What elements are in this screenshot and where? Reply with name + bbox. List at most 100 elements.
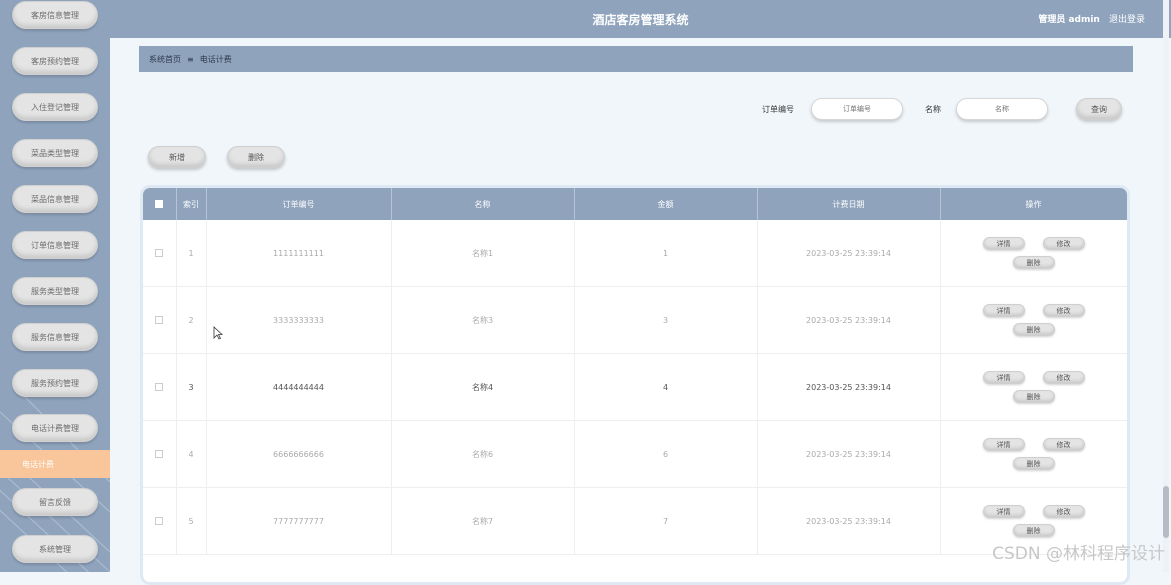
cell-amount: 1	[574, 220, 758, 287]
breadcrumb-home[interactable]: 系统首页	[149, 54, 181, 65]
detail-button[interactable]: 详情	[982, 505, 1025, 518]
sidebar-item-room-info[interactable]: 客房信息管理	[12, 1, 98, 29]
header-select-all[interactable]	[143, 188, 177, 220]
sidebar-item-phone-billing[interactable]: 电话计费管理	[12, 414, 98, 442]
name-input[interactable]	[956, 98, 1048, 120]
cell-order-no: 4444444444	[206, 353, 392, 421]
cell-actions: 详情 修改 删除	[940, 420, 1127, 488]
mouse-cursor-icon	[213, 326, 223, 340]
table-row: 3 4444444444 名称4 4 2023-03-25 23:39:14 详…	[143, 353, 1127, 421]
row-checkbox-cell[interactable]	[143, 220, 177, 287]
sidebar-item-checkin[interactable]: 入住登记管理	[12, 93, 98, 121]
row-delete-button[interactable]: 删除	[1012, 457, 1055, 470]
cell-order-no: 7777777777	[206, 487, 392, 555]
row-checkbox-cell[interactable]	[143, 420, 177, 488]
breadcrumb-current: 电话计费	[199, 54, 232, 64]
order-no-label: 订单编号	[762, 105, 794, 114]
page-scrollbar[interactable]	[1163, 0, 1169, 572]
cell-name: 名称6	[391, 420, 575, 488]
breadcrumb-separator-icon: ≡	[187, 54, 194, 64]
add-button[interactable]: 新增	[148, 146, 206, 168]
table-header-row: 索引 订单编号 名称 金额 计费日期 操作	[143, 188, 1127, 220]
cell-amount: 4	[574, 353, 758, 421]
edit-button[interactable]: 修改	[1042, 438, 1085, 451]
row-checkbox-cell[interactable]	[143, 353, 177, 421]
cell-index: 2	[176, 286, 207, 354]
cell-actions: 详情 修改 删除	[940, 220, 1127, 287]
header-order-no[interactable]: 订单编号	[206, 188, 392, 220]
cell-index: 4	[176, 420, 207, 488]
user-area: 管理员 admin 退出登录	[1038, 12, 1145, 25]
header-amount[interactable]: 金额	[574, 188, 758, 220]
table-row: 5 7777777777 名称7 7 2023-03-25 23:39:14 详…	[143, 487, 1127, 555]
logout-link[interactable]: 退出登录	[1109, 15, 1145, 25]
cell-date: 2023-03-25 23:39:14	[757, 487, 941, 555]
row-checkbox[interactable]	[155, 517, 164, 525]
cell-order-no: 1111111111	[206, 220, 392, 287]
watermark: CSDN @林科程序设计	[992, 544, 1165, 564]
user-name: 管理员 admin	[1038, 15, 1100, 25]
sidebar-item-dish-type[interactable]: 菜品类型管理	[12, 139, 98, 167]
detail-button[interactable]: 详情	[982, 438, 1025, 451]
row-checkbox-cell[interactable]	[143, 286, 177, 354]
header-index: 索引	[176, 188, 207, 220]
edit-button[interactable]: 修改	[1042, 505, 1085, 518]
sidebar-item-service-type[interactable]: 服务类型管理	[12, 277, 98, 305]
sidebar-item-feedback[interactable]: 留言反馈	[12, 488, 98, 516]
cell-index: 3	[176, 353, 207, 421]
edit-button[interactable]: 修改	[1042, 304, 1085, 317]
cell-index: 5	[176, 487, 207, 555]
sidebar-item-service-booking[interactable]: 服务预约管理	[12, 369, 98, 397]
cell-name: 名称4	[391, 353, 575, 421]
order-no-input[interactable]	[811, 98, 903, 120]
name-label: 名称	[925, 105, 941, 114]
cell-order-no: 6666666666	[206, 420, 392, 488]
sidebar-item-system[interactable]: 系统管理	[12, 535, 98, 563]
query-button[interactable]: 查询	[1076, 98, 1122, 120]
data-table-container: 索引 订单编号 名称 金额 计费日期 操作 1 1111111111 名称1 1…	[140, 185, 1130, 585]
row-checkbox-cell[interactable]	[143, 487, 177, 555]
cell-date: 2023-03-25 23:39:14	[757, 353, 941, 421]
edit-button[interactable]: 修改	[1042, 237, 1085, 250]
cell-date: 2023-03-25 23:39:14	[757, 420, 941, 488]
scrollbar-thumb[interactable]	[1163, 486, 1169, 538]
detail-button[interactable]: 详情	[982, 371, 1025, 384]
cell-actions: 详情 修改 删除	[940, 353, 1127, 421]
header-name[interactable]: 名称	[391, 188, 575, 220]
edit-button[interactable]: 修改	[1042, 371, 1085, 384]
row-checkbox[interactable]	[155, 316, 164, 324]
row-checkbox[interactable]	[155, 383, 164, 391]
cell-amount: 7	[574, 487, 758, 555]
detail-button[interactable]: 详情	[982, 237, 1025, 250]
detail-button[interactable]: 详情	[982, 304, 1025, 317]
cell-actions: 详情 修改 删除	[940, 286, 1127, 354]
app-title: 酒店客房管理系统	[592, 13, 689, 27]
sidebar-item-dish-info[interactable]: 菜品信息管理	[12, 185, 98, 213]
row-delete-button[interactable]: 删除	[1012, 390, 1055, 403]
sidebar-item-service-info[interactable]: 服务信息管理	[12, 323, 98, 351]
cell-date: 2023-03-25 23:39:14	[757, 220, 941, 287]
row-delete-button[interactable]: 删除	[1012, 256, 1055, 269]
breadcrumb: 系统首页 ≡ 电话计费	[139, 46, 1133, 72]
row-checkbox[interactable]	[155, 450, 164, 458]
sidebar-item-room-booking[interactable]: 客房预约管理	[12, 47, 98, 75]
sidebar-item-order-info[interactable]: 订单信息管理	[12, 231, 98, 259]
cell-index: 1	[176, 220, 207, 287]
row-delete-button[interactable]: 删除	[1012, 323, 1055, 336]
sidebar: 客房信息管理 客房预约管理 入住登记管理 菜品类型管理 菜品信息管理 订单信息管…	[0, 0, 110, 572]
row-delete-button[interactable]: 删除	[1012, 524, 1055, 537]
cell-amount: 6	[574, 420, 758, 488]
cell-name: 名称3	[391, 286, 575, 354]
sidebar-subitem-phone-billing[interactable]: 电话计费	[0, 450, 110, 478]
table-row: 1 1111111111 名称1 1 2023-03-25 23:39:14 详…	[143, 220, 1127, 287]
select-all-checkbox[interactable]	[155, 200, 164, 208]
top-header: 酒店客房管理系统 管理员 admin 退出登录	[110, 0, 1171, 38]
table-row: 2 3333333333 名称3 3 2023-03-25 23:39:14 详…	[143, 286, 1127, 354]
delete-button[interactable]: 删除	[227, 146, 285, 168]
cell-name: 名称7	[391, 487, 575, 555]
header-date[interactable]: 计费日期	[757, 188, 941, 220]
cell-name: 名称1	[391, 220, 575, 287]
cell-date: 2023-03-25 23:39:14	[757, 286, 941, 354]
header-actions: 操作	[940, 188, 1127, 220]
row-checkbox[interactable]	[155, 249, 164, 257]
